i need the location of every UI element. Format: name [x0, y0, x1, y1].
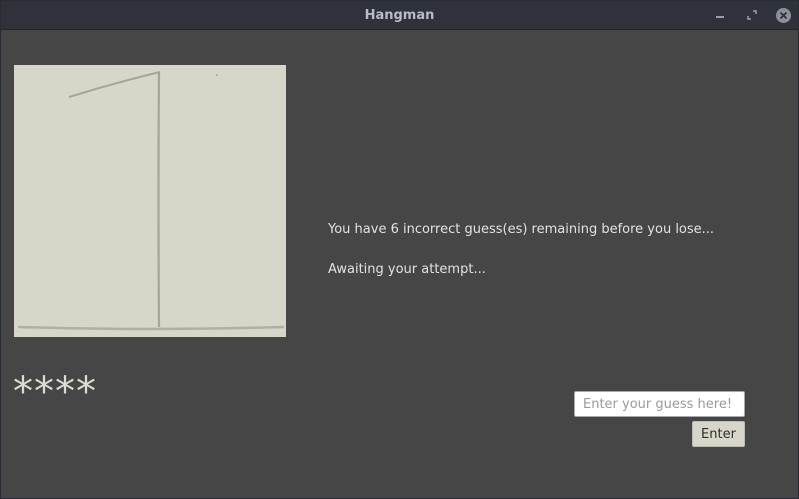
masked-word: ****	[13, 369, 97, 415]
title-bar[interactable]: Hangman	[1, 1, 798, 30]
hangman-window: Hangman You have 6 incorrect guess(es) r…	[0, 0, 799, 499]
close-icon[interactable]	[776, 8, 791, 23]
guess-input[interactable]	[574, 391, 745, 417]
gallows-icon	[17, 71, 285, 331]
window-title: Hangman	[364, 8, 435, 23]
minimize-icon[interactable]	[712, 7, 728, 23]
status-message: Awaiting your attempt...	[328, 262, 486, 277]
remaining-guesses-message: You have 6 incorrect guess(es) remaining…	[328, 222, 715, 237]
enter-button[interactable]: Enter	[692, 421, 745, 447]
gallows-drawing	[14, 65, 286, 337]
maximize-icon[interactable]	[744, 7, 760, 23]
